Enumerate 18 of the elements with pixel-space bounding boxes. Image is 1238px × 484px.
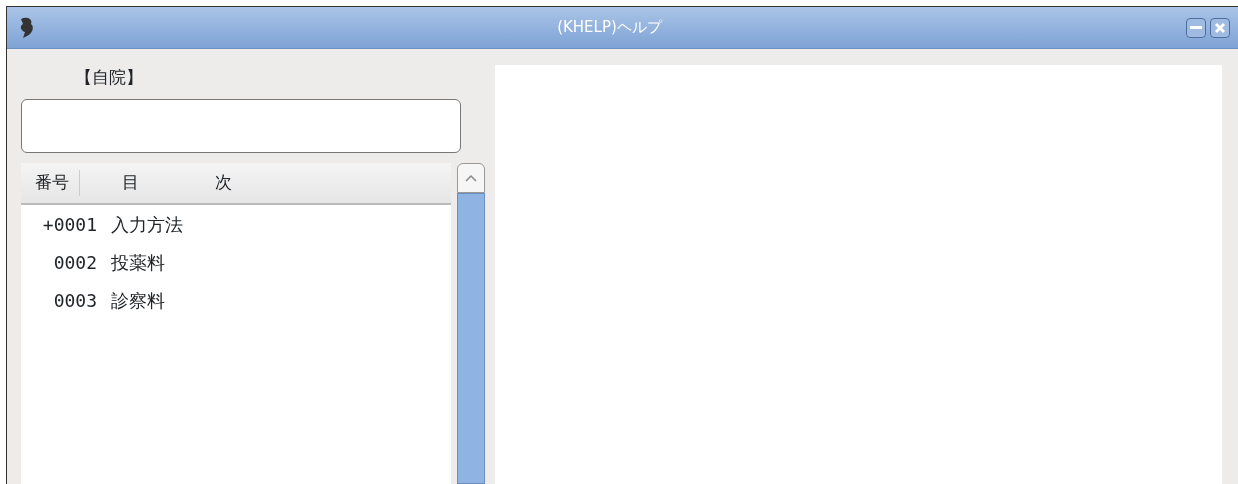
search-field[interactable] xyxy=(21,99,461,153)
column-header[interactable]: 番号 xyxy=(21,170,80,196)
caret-icon xyxy=(465,174,477,182)
column-header[interactable]: 目 xyxy=(80,170,151,196)
close-button[interactable] xyxy=(1210,17,1230,38)
clinic-label: 【自院】 xyxy=(75,67,143,87)
item-title[interactable]: 入力方法 xyxy=(111,210,183,238)
item-number: 0002 xyxy=(52,250,98,275)
item-title[interactable]: 投薬料 xyxy=(111,248,165,276)
item-title[interactable]: 診察料 xyxy=(111,286,165,314)
window-title: (KHELP)ヘルプ xyxy=(556,17,664,39)
minimize-button[interactable] xyxy=(1186,17,1206,38)
item-number: 0003 xyxy=(52,288,98,313)
item-number: +0001 xyxy=(41,212,98,237)
column-header[interactable]: 次 xyxy=(151,170,244,196)
minimize-icon xyxy=(1190,25,1202,30)
scroll-up-button[interactable] xyxy=(457,163,485,193)
close-icon xyxy=(1214,21,1226,34)
